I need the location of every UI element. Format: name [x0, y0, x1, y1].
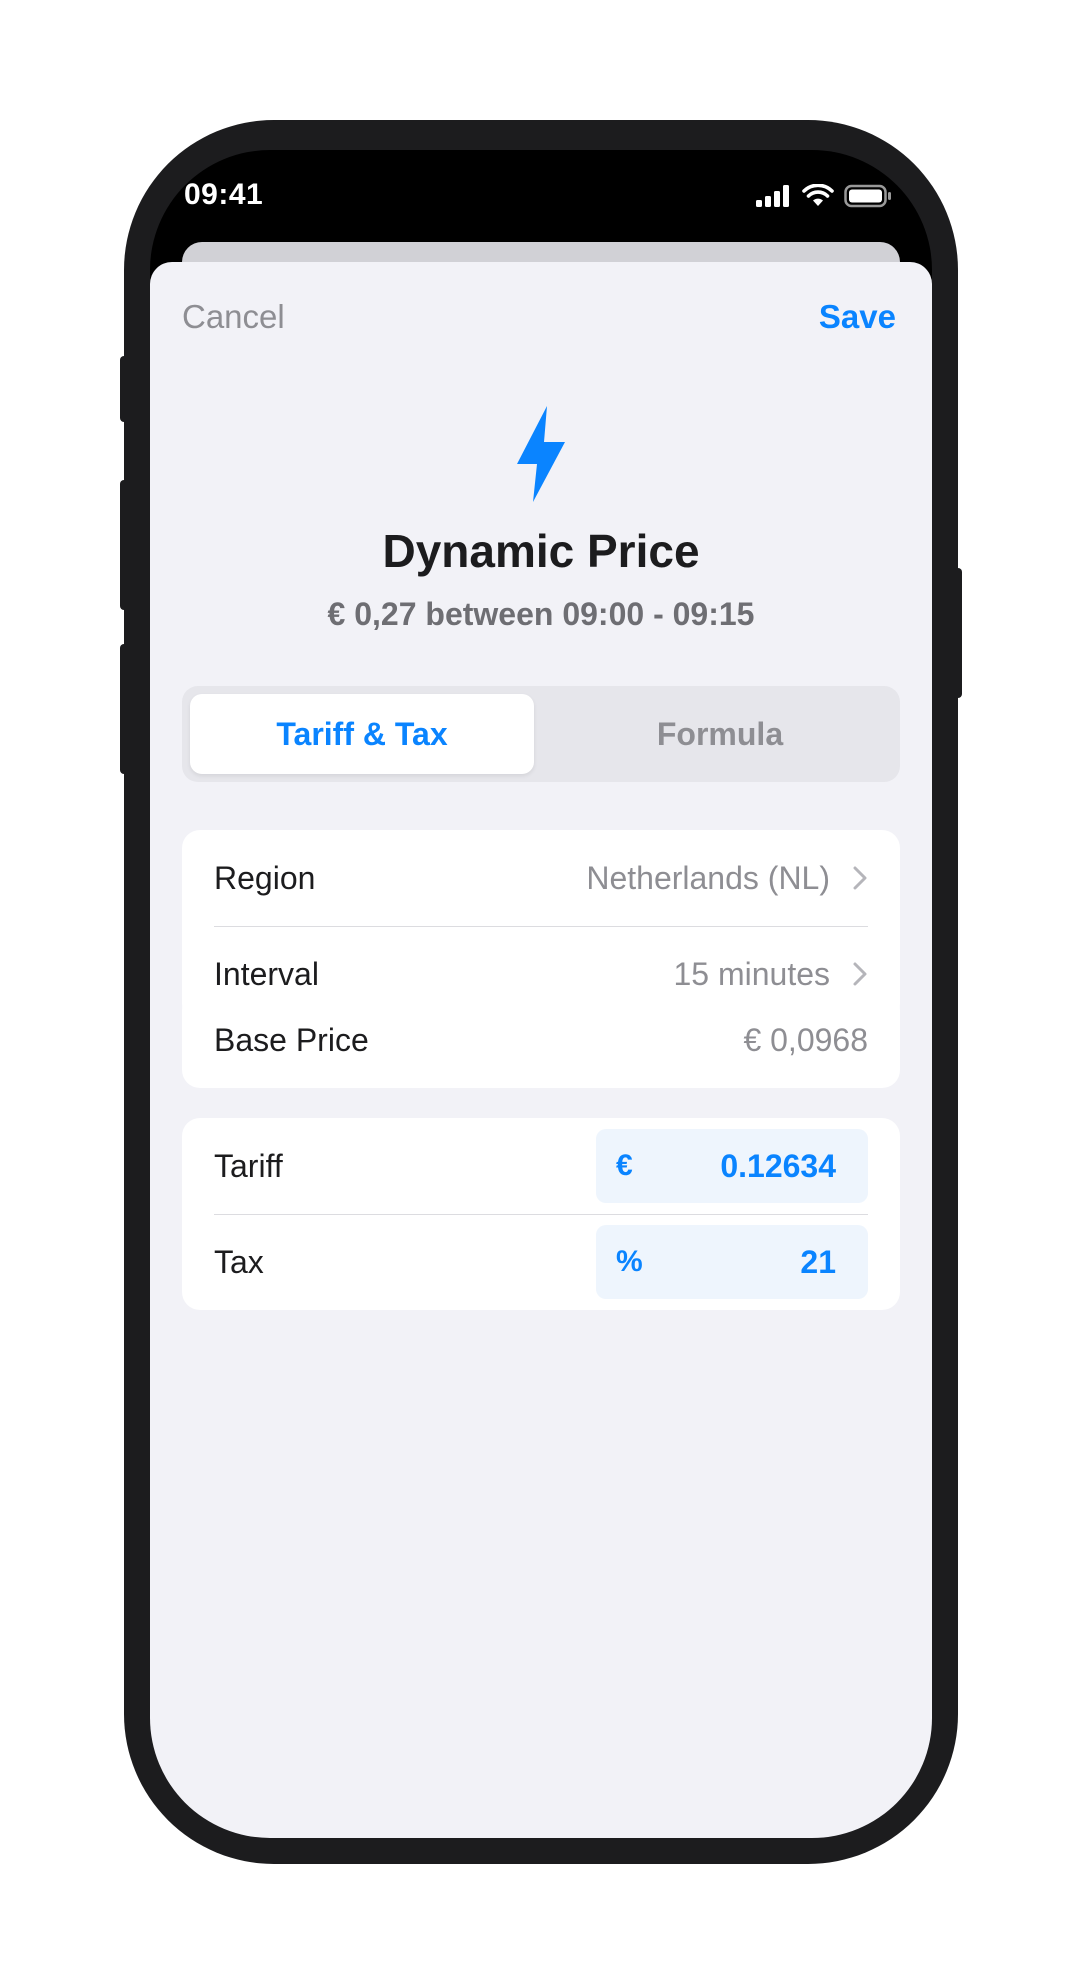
region-row[interactable]: Region Netherlands (NL) [182, 830, 900, 926]
tax-input[interactable]: % 21 [596, 1225, 868, 1299]
save-button[interactable]: Save [819, 298, 896, 336]
tariff-currency-prefix: € [616, 1149, 633, 1182]
base-price-label: Base Price [214, 1021, 369, 1058]
base-price-row: Base Price € 0,0968 [182, 992, 900, 1088]
status-time: 09:41 [184, 178, 264, 211]
volume-down-button [120, 644, 130, 774]
edit-price-sheet: Cancel Save Dynamic Price € 0,27 between… [150, 262, 932, 1838]
cancel-button[interactable]: Cancel [182, 298, 285, 336]
power-button [952, 568, 962, 698]
page-title: Dynamic Price [382, 525, 700, 577]
interval-value: 15 minutes [673, 955, 830, 992]
wifi-icon [802, 184, 834, 206]
battery-icon [844, 184, 891, 208]
tariff-row: Tariff € 0.12634 [182, 1118, 900, 1214]
tax-row: Tax % 21 [182, 1214, 900, 1310]
tax-label: Tax [214, 1243, 264, 1280]
tariff-input-value: 0.12634 [720, 1147, 836, 1184]
cellular-signal-icon [756, 185, 789, 207]
tab-formula[interactable]: Formula [548, 694, 892, 774]
tariff-label: Tariff [214, 1147, 283, 1184]
chevron-right-icon [853, 962, 867, 986]
base-price-card: Base Price € 0,0968 [182, 992, 900, 1088]
price-subtitle: € 0,27 between 09:00 - 09:15 [327, 596, 755, 632]
tax-input-value: 21 [800, 1243, 836, 1280]
segmented-control: Tariff & Tax Formula [182, 686, 900, 782]
tax-percent-prefix: % [616, 1245, 643, 1278]
base-price-value: € 0,0968 [743, 1021, 868, 1058]
volume-up-button [120, 480, 130, 610]
bolt-icon [517, 406, 565, 502]
status-icons [756, 184, 892, 208]
region-label: Region [214, 859, 316, 896]
tariff-tax-card: Tariff € 0.12634 Tax % 21 [182, 1118, 900, 1310]
interval-label: Interval [214, 955, 319, 992]
region-value: Netherlands (NL) [586, 859, 830, 896]
screen: 09:41 Cancel Save Dynamic Price € 0,27 b… [150, 150, 932, 1838]
tariff-input[interactable]: € 0.12634 [596, 1129, 868, 1203]
mute-switch [120, 356, 130, 422]
tab-tariff-tax[interactable]: Tariff & Tax [190, 694, 534, 774]
chevron-right-icon [853, 866, 867, 890]
